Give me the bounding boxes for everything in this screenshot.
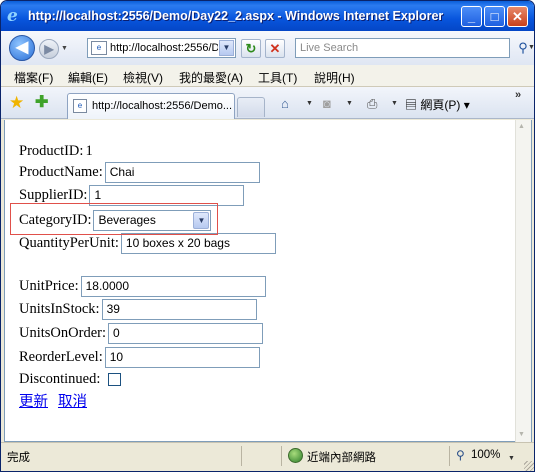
page-icon: e — [91, 41, 107, 55]
zoom-icon[interactable]: ⚲ — [456, 448, 465, 462]
product-name-input[interactable]: Chai — [104, 161, 260, 183]
units-in-stock-label: UnitsInStock: — [19, 300, 100, 317]
address-dropdown-button[interactable]: ▼ — [219, 40, 234, 56]
row-unit-price: UnitPrice: 18.0000 — [19, 275, 266, 297]
tab-bar: ★ ✚ e http://localhost:2556/Demo... ⌂ ▼ … — [1, 87, 534, 119]
page-menu[interactable]: ▤ 網頁(P) ▾ — [405, 96, 470, 113]
product-name-label: ProductName: — [19, 163, 103, 180]
zoom-level[interactable]: 100% — [471, 449, 500, 461]
quantity-per-unit-label: QuantityPerUnit: — [19, 234, 119, 251]
zoom-dropdown[interactable]: ▼ — [508, 452, 515, 466]
row-quantity-per-unit: QuantityPerUnit: 10 boxes x 20 bags — [19, 232, 276, 254]
row-product-id: ProductID: 1 — [19, 140, 93, 162]
reorder-level-label: ReorderLevel: — [19, 348, 103, 365]
navigation-bar: ◀ ▶ ▼ e http://localhost:2556/D ▼ ↻ ✕ Li… — [1, 31, 534, 65]
status-divider — [281, 446, 282, 466]
menu-help[interactable]: 說明(H) — [314, 69, 355, 86]
row-reorder-level: ReorderLevel: 10 — [19, 346, 260, 368]
row-actions: 更新 取消 — [19, 389, 97, 411]
units-on-order-input[interactable]: 0 — [108, 322, 263, 344]
feeds-dropdown[interactable]: ▼ — [346, 97, 353, 111]
menu-edit[interactable]: 編輯(E) — [68, 69, 108, 86]
scroll-down-icon[interactable]: ▼ — [518, 431, 525, 438]
row-units-in-stock: UnitsInStock: 39 — [19, 298, 257, 320]
menu-view[interactable]: 檢視(V) — [123, 69, 163, 86]
unit-price-label: UnitPrice: — [19, 277, 79, 294]
category-highlight-box — [10, 203, 218, 235]
menu-favorites[interactable]: 我的最愛(A) — [179, 69, 243, 86]
discontinued-label: Discontinued: — [19, 370, 101, 387]
maximize-button[interactable]: □ — [484, 6, 505, 27]
update-link[interactable]: 更新 — [19, 390, 48, 411]
more-tools-chevron-icon[interactable]: » — [515, 89, 521, 101]
product-id-value: 1 — [85, 142, 93, 159]
browser-window: e http://localhost:2556/Demo/Day22_2.asp… — [0, 0, 535, 472]
title-bar: e http://localhost:2556/Demo/Day22_2.asp… — [1, 1, 534, 31]
tab-current[interactable]: e http://localhost:2556/Demo... — [67, 93, 235, 119]
feeds-icon[interactable]: ◙ — [323, 95, 331, 113]
units-in-stock-input[interactable]: 39 — [101, 298, 257, 320]
status-bar: 完成 近端內部網路 ⚲ 100% ▼ — [1, 442, 534, 471]
search-options-dropdown[interactable]: ▼ — [528, 38, 534, 58]
search-placeholder: Live Search — [300, 42, 359, 54]
close-button[interactable]: ✕ — [507, 6, 528, 27]
status-text: 完成 — [7, 452, 30, 464]
menu-tools[interactable]: 工具(T) — [258, 69, 297, 86]
search-input[interactable]: Live Search — [295, 38, 510, 58]
row-units-on-order: UnitsOnOrder: 0 — [19, 322, 263, 344]
address-text: http://localhost:2556/D — [110, 42, 218, 54]
units-on-order-label: UnitsOnOrder: — [19, 324, 106, 341]
unit-price-input[interactable]: 18.0000 — [80, 275, 266, 297]
new-tab-button[interactable] — [237, 97, 265, 117]
scroll-up-icon[interactable]: ▲ — [518, 123, 525, 130]
page-menu-icon: ▤ — [405, 98, 418, 112]
print-icon[interactable]: ⎙ — [367, 95, 377, 113]
home-dropdown[interactable]: ▼ — [306, 97, 313, 111]
ie-logo-icon: e — [7, 6, 18, 26]
status-divider — [241, 446, 242, 466]
intranet-globe-icon — [288, 448, 303, 463]
product-id-label: ProductID: — [19, 142, 84, 159]
tab-page-icon: e — [73, 99, 87, 113]
row-product-name: ProductName: Chai — [19, 161, 260, 183]
window-title: http://localhost:2556/Demo/Day22_2.aspx … — [28, 9, 444, 23]
minimize-button[interactable]: _ — [461, 6, 482, 27]
tab-title: http://localhost:2556/Demo... — [92, 100, 233, 112]
cancel-link[interactable]: 取消 — [58, 390, 87, 411]
reorder-level-input[interactable]: 10 — [104, 346, 260, 368]
menu-file[interactable]: 檔案(F) — [14, 69, 53, 86]
home-icon[interactable]: ⌂ — [281, 95, 289, 113]
resize-grip[interactable] — [524, 461, 534, 471]
add-favorites-icon[interactable]: ✚ — [35, 93, 48, 113]
menu-bar: 檔案(F) 編輯(E) 檢視(V) 我的最愛(A) 工具(T) 說明(H) — [1, 65, 534, 87]
print-dropdown[interactable]: ▼ — [391, 97, 398, 111]
vertical-scrollbar[interactable]: ▲ ▼ — [515, 120, 531, 442]
page-menu-label: 網頁(P) — [420, 98, 461, 112]
discontinued-checkbox[interactable] — [108, 372, 122, 386]
back-button[interactable]: ◀ — [9, 35, 35, 61]
security-zone: 近端內部網路 — [307, 452, 376, 464]
refresh-button[interactable]: ↻ — [241, 39, 261, 58]
quantity-per-unit-input[interactable]: 10 boxes x 20 bags — [120, 232, 276, 254]
stop-button[interactable]: ✕ — [265, 39, 285, 58]
page-content: ProductID: 1 ProductName: Chai SupplierI… — [4, 120, 532, 442]
status-divider — [449, 446, 450, 466]
address-bar[interactable]: e http://localhost:2556/D ▼ — [87, 38, 236, 58]
row-discontinued: Discontinued: — [19, 368, 122, 390]
forward-button[interactable]: ▶ — [39, 39, 59, 59]
supplier-id-label: SupplierID: — [19, 186, 88, 203]
recent-pages-dropdown[interactable]: ▼ — [61, 45, 69, 53]
favorites-star-icon[interactable]: ★ — [9, 93, 24, 113]
